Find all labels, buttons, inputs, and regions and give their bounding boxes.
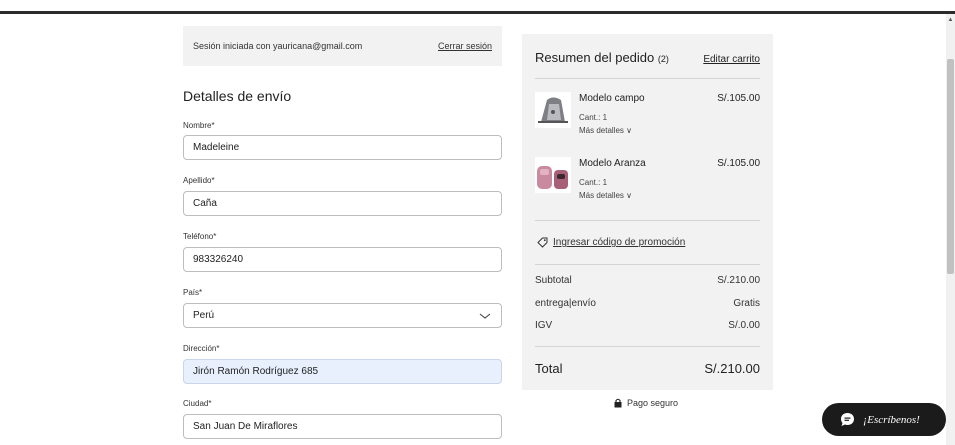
summary-title-text: Resumen del pedido	[535, 50, 655, 65]
top-bar	[0, 0, 955, 14]
cart-item: Modelo Aranza S/.105.00 Cant.: 1 Más det…	[535, 157, 760, 217]
shipping-label: entrega|envío	[535, 298, 596, 309]
more-details-label: Más detalles	[579, 191, 624, 200]
shipping-title: Detalles de envío	[183, 88, 292, 104]
phone-value: 983326240	[193, 254, 244, 265]
lock-icon	[614, 398, 622, 408]
tax-row: IGV S/.0.00	[535, 320, 760, 331]
divider	[535, 220, 760, 221]
shipping-value: Gratis	[733, 298, 760, 309]
total-label: Total	[535, 361, 563, 376]
edit-cart-link[interactable]: Editar carrito	[703, 54, 760, 65]
city-value: San Juan De Miraflores	[193, 421, 298, 432]
city-label: Ciudad*	[183, 399, 212, 408]
country-label: País*	[183, 288, 203, 297]
scrollbar-thumb[interactable]	[947, 59, 954, 274]
chevron-down-icon	[479, 313, 491, 319]
page-scrollbar[interactable]: ▲	[946, 14, 955, 445]
first-name-label: Nombre*	[183, 121, 215, 130]
shipping-row: entrega|envío Gratis	[535, 298, 760, 309]
subtotal-value: S/.210.00	[717, 275, 760, 286]
logout-link[interactable]: Cerrar sesión	[438, 41, 492, 51]
divider	[535, 78, 760, 79]
first-name-value: Madeleine	[193, 142, 240, 153]
item-qty: Cant.: 1	[579, 113, 608, 122]
summary-title: Resumen del pedido (2)	[535, 50, 669, 65]
item-qty: Cant.: 1	[579, 178, 608, 187]
item-price: S/.105.00	[717, 93, 760, 104]
chat-label: ¡Escríbenos!	[863, 413, 920, 426]
tax-value: S/.0.00	[728, 320, 760, 331]
backpack-gray-icon	[535, 92, 571, 128]
divider	[535, 346, 760, 347]
item-price: S/.105.00	[717, 158, 760, 169]
secure-payment: Pago seguro	[614, 398, 678, 408]
phone-field[interactable]: 983326240	[183, 247, 502, 272]
divider	[535, 264, 760, 265]
address-label: Dirección*	[183, 344, 220, 353]
order-summary: Resumen del pedido (2) Editar carrito Mo…	[522, 34, 773, 390]
subtotal-row: Subtotal S/.210.00	[535, 275, 760, 286]
first-name-field[interactable]: Madeleine	[183, 135, 502, 160]
phone-label: Teléfono*	[183, 232, 217, 241]
cart-item: Modelo campo S/.105.00 Cant.: 1 Más deta…	[535, 92, 760, 152]
session-bar: Sesión iniciada con yauricana@gmail.com …	[183, 26, 502, 66]
address-value: Jirón Ramón Rodríguez 685	[193, 366, 319, 377]
item-count: (2)	[657, 54, 669, 64]
tax-label: IGV	[535, 320, 553, 331]
item-more-details[interactable]: Más detalles ∨	[579, 126, 632, 135]
more-details-label: Más detalles	[579, 126, 624, 135]
last-name-label: Apellido*	[183, 176, 215, 185]
chat-button[interactable]: ¡Escríbenos!	[822, 403, 946, 436]
secure-text: Pago seguro	[627, 398, 679, 408]
total-row: Total S/.210.00	[535, 361, 760, 376]
item-more-details[interactable]: Más detalles ∨	[579, 191, 632, 200]
session-text: Sesión iniciada con yauricana@gmail.com	[193, 41, 363, 51]
promo-code-text: Ingresar código de promoción	[553, 237, 686, 248]
subtotal-label: Subtotal	[535, 275, 572, 286]
scroll-up-arrow-icon[interactable]: ▲	[946, 16, 955, 24]
country-select[interactable]: Perú	[183, 303, 502, 328]
total-value: S/.210.00	[704, 361, 760, 376]
last-name-value: Caña	[193, 198, 217, 209]
chat-bubble-icon	[841, 413, 854, 426]
summary-header: Resumen del pedido (2) Editar carrito	[535, 50, 760, 65]
item-name: Modelo campo	[579, 93, 645, 104]
country-value: Perú	[193, 310, 215, 321]
last-name-field[interactable]: Caña	[183, 191, 502, 216]
city-field[interactable]: San Juan De Miraflores	[183, 414, 502, 439]
backpack-pink-icon	[535, 157, 571, 193]
promo-code-link[interactable]: Ingresar código de promoción	[537, 237, 685, 248]
address-field[interactable]: Jirón Ramón Rodríguez 685	[183, 359, 502, 384]
item-name: Modelo Aranza	[579, 158, 646, 169]
tag-icon	[537, 237, 548, 248]
